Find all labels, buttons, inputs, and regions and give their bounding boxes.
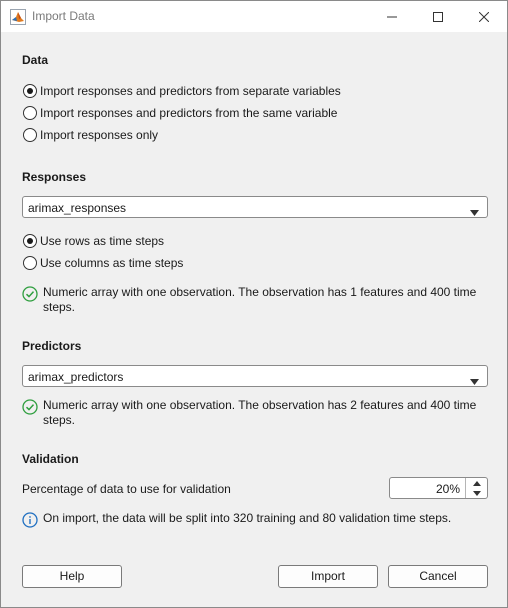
radio-button[interactable]: [23, 84, 37, 98]
validation-section-title: Validation: [22, 452, 79, 466]
dialog-body: Data Import responses and predictors fro…: [1, 32, 507, 607]
close-window-button[interactable]: [461, 1, 507, 32]
matlab-logo-icon: [10, 9, 26, 25]
validation-percentage-label: Percentage of data to use for validation: [22, 482, 231, 496]
info-icon: [22, 512, 38, 528]
chevron-down-icon: [470, 374, 479, 388]
predictors-dropdown[interactable]: arimax_predictors: [22, 365, 488, 387]
responses-status-text: Numeric array with one observation. The …: [43, 285, 493, 315]
predictors-status-text: Numeric array with one observation. The …: [43, 398, 493, 428]
validation-percentage-value[interactable]: 20%: [436, 482, 460, 496]
check-circle-icon: [22, 399, 38, 415]
cancel-button[interactable]: Cancel: [388, 565, 488, 588]
minimize-button[interactable]: [369, 1, 415, 32]
spinner-down-button[interactable]: [466, 488, 487, 498]
import-data-dialog: Import Data Data Import responses and pr…: [0, 0, 508, 608]
validation-percentage-spinner[interactable]: 20%: [389, 477, 488, 499]
minimize-icon: [387, 12, 397, 22]
radio-columns-time-steps[interactable]: Use columns as time steps: [23, 255, 183, 271]
predictors-dropdown-value: arimax_predictors: [28, 370, 124, 384]
validation-info: On import, the data will be split into 3…: [22, 511, 492, 529]
responses-dropdown-value: arimax_responses: [28, 201, 127, 215]
predictors-section-title: Predictors: [22, 339, 82, 353]
responses-dropdown[interactable]: arimax_responses: [22, 196, 488, 218]
radio-label: Import responses and predictors from sep…: [40, 84, 341, 98]
radio-separate-variables[interactable]: Import responses and predictors from sep…: [23, 83, 341, 99]
radio-responses-only[interactable]: Import responses only: [23, 127, 158, 143]
radio-label: Use rows as time steps: [40, 234, 165, 248]
radio-rows-time-steps[interactable]: Use rows as time steps: [23, 233, 164, 249]
radio-button[interactable]: [23, 234, 37, 248]
import-button[interactable]: Import: [278, 565, 378, 588]
status-line: Numeric array with one observation. The …: [43, 398, 477, 412]
maximize-button[interactable]: [415, 1, 461, 32]
spinner-arrows: [465, 478, 487, 498]
status-line: steps.: [43, 413, 76, 427]
window-title: Import Data: [32, 9, 95, 23]
predictors-status: Numeric array with one observation. The …: [22, 398, 492, 430]
chevron-up-icon: [472, 480, 481, 486]
radio-button[interactable]: [23, 128, 37, 142]
radio-same-variable[interactable]: Import responses and predictors from the…: [23, 105, 337, 121]
chevron-down-icon: [470, 205, 479, 219]
title-bar: Import Data: [1, 1, 507, 32]
data-section-title: Data: [22, 53, 49, 67]
spinner-up-button[interactable]: [466, 478, 487, 488]
radio-label: Use columns as time steps: [40, 256, 184, 270]
check-circle-icon: [22, 286, 38, 302]
validation-info-text: On import, the data will be split into 3…: [43, 511, 452, 525]
radio-label: Import responses only: [40, 128, 159, 142]
radio-button[interactable]: [23, 106, 37, 120]
responses-section-title: Responses: [22, 170, 87, 184]
status-line: steps.: [43, 300, 76, 314]
status-line: Numeric array with one observation. The …: [43, 285, 477, 299]
help-button[interactable]: Help: [22, 565, 122, 588]
radio-label: Import responses and predictors from the…: [40, 106, 338, 120]
chevron-down-icon: [472, 490, 481, 496]
maximize-icon: [433, 11, 443, 22]
responses-status: Numeric array with one observation. The …: [22, 285, 492, 317]
radio-button[interactable]: [23, 256, 37, 270]
close-icon: [479, 11, 489, 22]
